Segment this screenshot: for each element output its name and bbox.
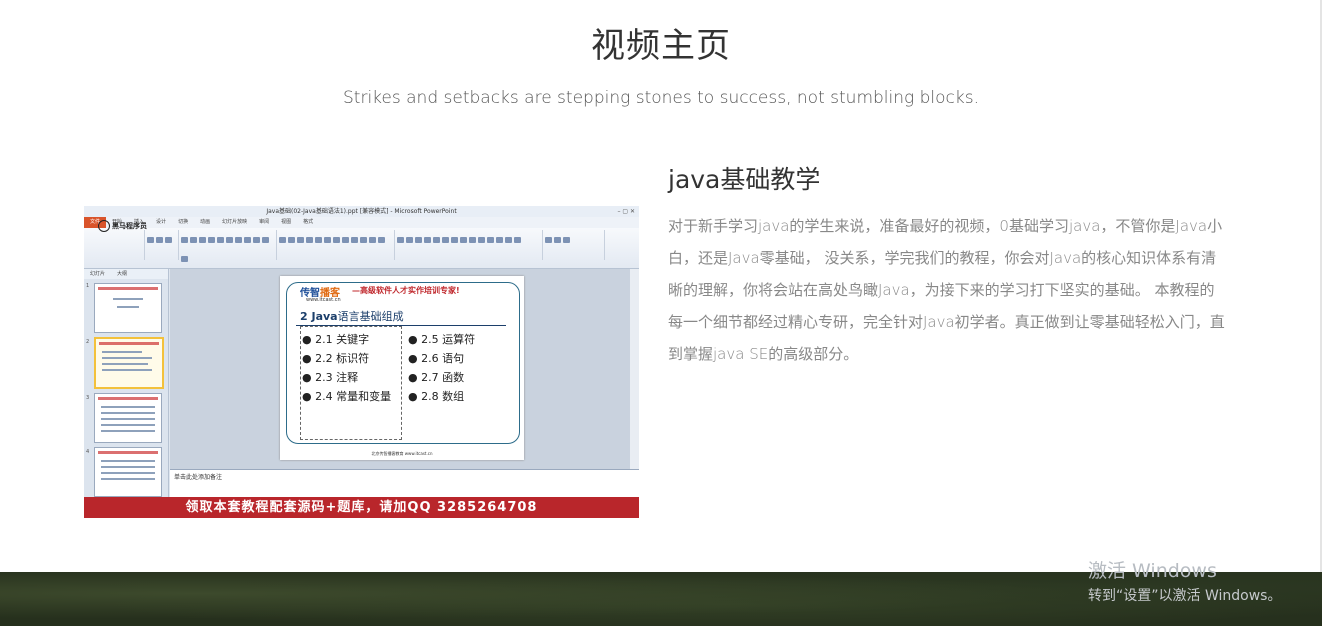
slide-url: www.itcast.cn bbox=[306, 297, 341, 303]
ribbon-tab: 切换 bbox=[178, 219, 189, 225]
page-title: 视频主页 bbox=[591, 26, 731, 66]
slide-thumbnail bbox=[94, 283, 162, 333]
current-slide: 传智播客 www.itcast.cn —高级软件人才实作培训专家! 2 Java… bbox=[280, 276, 524, 460]
slide-heading: 2 Java语言基础组成 bbox=[300, 310, 404, 323]
slide-thumbnail-panel: 幻灯片 大纲 1 2 3 4 bbox=[84, 269, 169, 497]
watermark-line1: 激活 Windows bbox=[1088, 560, 1217, 582]
canvas-scrollbar bbox=[630, 269, 639, 469]
notes-pane: 单击此处添加备注 bbox=[170, 469, 639, 497]
page-subtitle: Strikes and setbacks are stepping stones… bbox=[343, 88, 979, 108]
list-item: ● 2.5 运算符 bbox=[408, 333, 476, 346]
ribbon-tab: 幻灯片放映 bbox=[222, 219, 248, 225]
ribbon-tab: 设计 bbox=[156, 219, 167, 225]
ribbon-group-font bbox=[180, 230, 277, 262]
ribbon-group-slides bbox=[146, 230, 179, 260]
list-item: ● 2.1 关键字 bbox=[302, 333, 370, 346]
list-item: ● 2.8 数组 bbox=[408, 390, 465, 403]
video-thumbnail[interactable]: Java基础(02-Java基础语法1).ppt [兼容模式] - Micros… bbox=[84, 206, 639, 518]
ppt-window-title: Java基础(02-Java基础语法1).ppt [兼容模式] - Micros… bbox=[84, 206, 639, 217]
brand-logo: 黑马程序员 bbox=[98, 220, 147, 232]
ppt-ribbon bbox=[84, 228, 639, 269]
windows-activation-watermark: 激活 Windows 转到“设置”以激活 Windows。 bbox=[1088, 556, 1281, 605]
slide-thumbnail bbox=[94, 393, 162, 443]
course-title[interactable]: java基础教学 bbox=[668, 160, 820, 196]
list-item: ● 2.3 注释 bbox=[302, 371, 359, 384]
slide-slogan: —高级软件人才实作培训专家! bbox=[352, 286, 460, 295]
watermark-line2: 转到“设置”以激活 Windows。 bbox=[1088, 588, 1282, 604]
ribbon-group-clipboard bbox=[86, 230, 145, 260]
slide-list-right: ● 2.5 运算符 ● 2.6 语句 ● 2.7 函数 ● 2.8 数组 bbox=[408, 330, 475, 406]
ppt-ribbon-tabs: 文件 开始 插入 设计 切换 动画 幻灯片放映 审阅 视图 格式 bbox=[84, 217, 639, 228]
window-controls-icon: – ▢ ✕ bbox=[617, 208, 635, 215]
slide-thumbnail bbox=[94, 447, 162, 497]
list-item: ● 2.7 函数 bbox=[408, 371, 465, 384]
course-description: 对于新手学习java的学生来说，准备最好的视频，0基础学习java，不管你是Ja… bbox=[668, 217, 1225, 363]
list-item: ● 2.6 语句 bbox=[408, 352, 465, 365]
logo-icon bbox=[98, 220, 110, 232]
ribbon-tab: 审阅 bbox=[259, 219, 270, 225]
ribbon-group-drawing bbox=[396, 230, 543, 260]
promo-banner: 领取本套教程配套源码+题库，请加QQ 3285264708 bbox=[84, 497, 639, 518]
list-item: ● 2.2 标识符 bbox=[302, 352, 370, 365]
slide-list-left: ● 2.1 关键字 ● 2.2 标识符 ● 2.3 注释 ● 2.4 常量和变量 bbox=[302, 330, 391, 406]
ribbon-tab: 动画 bbox=[200, 219, 211, 225]
list-item: ● 2.4 常量和变量 bbox=[302, 390, 392, 403]
ribbon-group-paragraph bbox=[278, 230, 395, 260]
ribbon-tab: 视图 bbox=[281, 219, 292, 225]
ribbon-tab: 格式 bbox=[303, 219, 314, 225]
slide-footer: 北京传智播客教育 www.itcast.cn bbox=[371, 451, 433, 456]
ribbon-group-editing bbox=[544, 230, 605, 260]
slide-thumbnail-selected bbox=[94, 337, 164, 389]
panel-tabs: 幻灯片 大纲 bbox=[84, 269, 168, 279]
